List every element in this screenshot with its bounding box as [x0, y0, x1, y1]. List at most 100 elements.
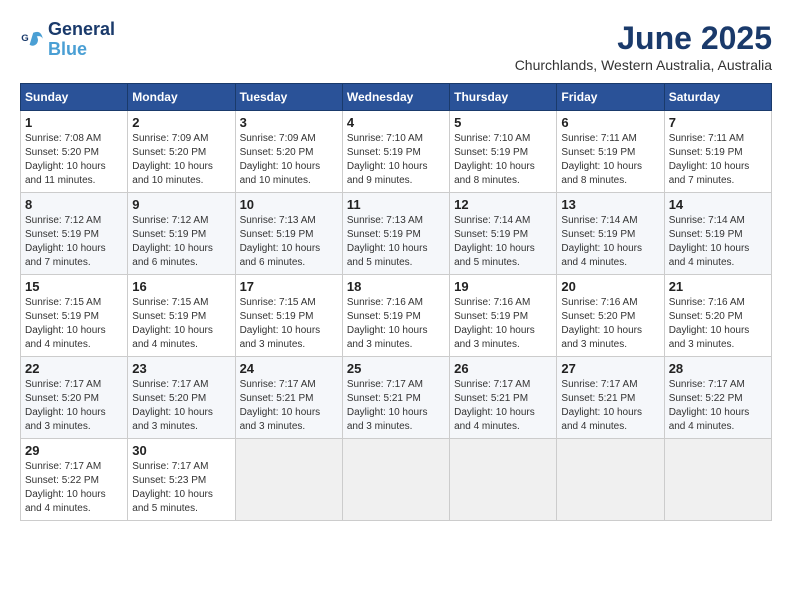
day-number: 15 [25, 279, 123, 294]
logo-text-line2: Blue [48, 40, 115, 60]
day-number: 23 [132, 361, 230, 376]
calendar-cell: 8 Sunrise: 7:12 AM Sunset: 5:19 PM Daylig… [21, 193, 128, 275]
calendar-cell: 9Sunrise: 7:12 AM Sunset: 5:19 PM Daylig… [128, 193, 235, 275]
day-info: Sunrise: 7:15 AM Sunset: 5:19 PM Dayligh… [240, 296, 338, 352]
column-header-friday: Friday [557, 84, 664, 111]
day-info: Sunrise: 7:09 AM Sunset: 5:20 PM Dayligh… [132, 132, 230, 188]
calendar-header-row: SundayMondayTuesdayWednesdayThursdayFrid… [21, 84, 772, 111]
calendar-week-row: 22Sunrise: 7:17 AM Sunset: 5:20 PM Dayli… [21, 357, 772, 439]
calendar-week-row: 15 Sunrise: 7:15 AM Sunset: 5:19 PM Dayli… [21, 275, 772, 357]
day-number: 7 [669, 115, 767, 130]
day-info: Sunrise: 7:16 AM Sunset: 5:19 PM Dayligh… [347, 296, 445, 352]
calendar-cell: 2 Sunrise: 7:09 AM Sunset: 5:20 PM Daylig… [128, 111, 235, 193]
calendar-week-row: 29 Sunrise: 7:17 AM Sunset: 5:22 PM Dayli… [21, 439, 772, 521]
calendar-week-row: 8 Sunrise: 7:12 AM Sunset: 5:19 PM Daylig… [21, 193, 772, 275]
calendar-cell: 24 Sunrise: 7:17 AM Sunset: 5:21 PM Dayli… [235, 357, 342, 439]
day-info: Sunrise: 7:10 AM Sunset: 5:19 PM Dayligh… [454, 132, 552, 188]
calendar-cell [450, 439, 557, 521]
day-number: 25 [347, 361, 445, 376]
calendar-cell: 4 Sunrise: 7:10 AM Sunset: 5:19 PM Daylig… [342, 111, 449, 193]
calendar-cell: 30Sunrise: 7:17 AM Sunset: 5:23 PM Dayli… [128, 439, 235, 521]
page-header: G General Blue June 2025 Churchlands, We… [20, 20, 772, 73]
calendar-cell: 20 Sunrise: 7:16 AM Sunset: 5:20 PM Dayli… [557, 275, 664, 357]
day-number: 12 [454, 197, 552, 212]
day-info: Sunrise: 7:17 AM Sunset: 5:20 PM Dayligh… [25, 378, 123, 434]
calendar-cell [342, 439, 449, 521]
day-info: Sunrise: 7:16 AM Sunset: 5:19 PM Dayligh… [454, 296, 552, 352]
calendar-cell: 15Sunrise: 7:15 AM Sunset: 5:19 PM Dayli… [21, 275, 128, 357]
calendar-cell: 7 Sunrise: 7:11 AM Sunset: 5:19 PM Daylig… [664, 111, 771, 193]
day-info: Sunrise: 7:14 AM Sunset: 5:19 PM Dayligh… [669, 214, 767, 270]
day-number: 2 [132, 115, 230, 130]
day-info: Sunrise: 7:14 AM Sunset: 5:19 PM Dayligh… [454, 214, 552, 270]
logo-icon: G [20, 28, 44, 52]
calendar-cell: 25 Sunrise: 7:17 AM Sunset: 5:21 PM Dayli… [342, 357, 449, 439]
calendar-cell: 1 Sunrise: 7:08 AM Sunset: 5:20 PM Daylig… [21, 111, 128, 193]
calendar-cell: 22Sunrise: 7:17 AM Sunset: 5:20 PM Dayli… [21, 357, 128, 439]
day-number: 18 [347, 279, 445, 294]
day-info: Sunrise: 7:17 AM Sunset: 5:22 PM Dayligh… [669, 378, 767, 434]
day-info: Sunrise: 7:17 AM Sunset: 5:21 PM Dayligh… [240, 378, 338, 434]
logo: G General Blue [20, 20, 115, 60]
location-title: Churchlands, Western Australia, Australi… [515, 57, 772, 73]
day-info: Sunrise: 7:09 AM Sunset: 5:20 PM Dayligh… [240, 132, 338, 188]
calendar-cell: 14 Sunrise: 7:14 AM Sunset: 5:19 PM Dayli… [664, 193, 771, 275]
calendar-cell: 11Sunrise: 7:13 AM Sunset: 5:19 PM Dayli… [342, 193, 449, 275]
day-info: Sunrise: 7:17 AM Sunset: 5:21 PM Dayligh… [454, 378, 552, 434]
calendar-cell [664, 439, 771, 521]
day-number: 26 [454, 361, 552, 376]
day-info: Sunrise: 7:15 AM Sunset: 5:19 PM Dayligh… [132, 296, 230, 352]
day-info: Sunrise: 7:16 AM Sunset: 5:20 PM Dayligh… [669, 296, 767, 352]
day-info: Sunrise: 7:17 AM Sunset: 5:21 PM Dayligh… [347, 378, 445, 434]
day-info: Sunrise: 7:12 AM Sunset: 5:19 PM Dayligh… [25, 214, 123, 270]
day-number: 29 [25, 443, 123, 458]
day-number: 21 [669, 279, 767, 294]
calendar-cell: 10 Sunrise: 7:13 AM Sunset: 5:19 PM Dayli… [235, 193, 342, 275]
day-number: 10 [240, 197, 338, 212]
day-info: Sunrise: 7:12 AM Sunset: 5:19 PM Dayligh… [132, 214, 230, 270]
month-title: June 2025 [515, 20, 772, 57]
svg-text:G: G [21, 33, 28, 44]
day-number: 11 [347, 197, 445, 212]
day-number: 6 [561, 115, 659, 130]
calendar-cell: 26 Sunrise: 7:17 AM Sunset: 5:21 PM Dayli… [450, 357, 557, 439]
day-info: Sunrise: 7:11 AM Sunset: 5:19 PM Dayligh… [669, 132, 767, 188]
calendar-cell: 21 Sunrise: 7:16 AM Sunset: 5:20 PM Dayli… [664, 275, 771, 357]
day-info: Sunrise: 7:11 AM Sunset: 5:19 PM Dayligh… [561, 132, 659, 188]
day-info: Sunrise: 7:17 AM Sunset: 5:22 PM Dayligh… [25, 460, 123, 516]
logo-text-line1: General [48, 20, 115, 40]
day-info: Sunrise: 7:08 AM Sunset: 5:20 PM Dayligh… [25, 132, 123, 188]
day-number: 30 [132, 443, 230, 458]
calendar-cell: 23 Sunrise: 7:17 AM Sunset: 5:20 PM Dayli… [128, 357, 235, 439]
calendar-cell: 19Sunrise: 7:16 AM Sunset: 5:19 PM Dayli… [450, 275, 557, 357]
day-number: 27 [561, 361, 659, 376]
day-number: 1 [25, 115, 123, 130]
calendar-table: SundayMondayTuesdayWednesdayThursdayFrid… [20, 83, 772, 521]
calendar-cell: 3Sunrise: 7:09 AM Sunset: 5:20 PM Daylig… [235, 111, 342, 193]
day-number: 24 [240, 361, 338, 376]
calendar-cell: 28Sunrise: 7:17 AM Sunset: 5:22 PM Dayli… [664, 357, 771, 439]
day-info: Sunrise: 7:10 AM Sunset: 5:19 PM Dayligh… [347, 132, 445, 188]
title-section: June 2025 Churchlands, Western Australia… [515, 20, 772, 73]
calendar-cell: 6 Sunrise: 7:11 AM Sunset: 5:19 PM Daylig… [557, 111, 664, 193]
day-number: 14 [669, 197, 767, 212]
day-number: 16 [132, 279, 230, 294]
calendar-cell [557, 439, 664, 521]
day-info: Sunrise: 7:16 AM Sunset: 5:20 PM Dayligh… [561, 296, 659, 352]
column-header-saturday: Saturday [664, 84, 771, 111]
day-info: Sunrise: 7:17 AM Sunset: 5:20 PM Dayligh… [132, 378, 230, 434]
day-number: 13 [561, 197, 659, 212]
calendar-cell: 17Sunrise: 7:15 AM Sunset: 5:19 PM Dayli… [235, 275, 342, 357]
calendar-cell: 5Sunrise: 7:10 AM Sunset: 5:19 PM Daylig… [450, 111, 557, 193]
day-number: 8 [25, 197, 123, 212]
calendar-week-row: 1 Sunrise: 7:08 AM Sunset: 5:20 PM Daylig… [21, 111, 772, 193]
calendar-cell: 16 Sunrise: 7:15 AM Sunset: 5:19 PM Dayli… [128, 275, 235, 357]
day-info: Sunrise: 7:17 AM Sunset: 5:21 PM Dayligh… [561, 378, 659, 434]
column-header-monday: Monday [128, 84, 235, 111]
column-header-sunday: Sunday [21, 84, 128, 111]
day-number: 4 [347, 115, 445, 130]
day-info: Sunrise: 7:14 AM Sunset: 5:19 PM Dayligh… [561, 214, 659, 270]
day-info: Sunrise: 7:13 AM Sunset: 5:19 PM Dayligh… [240, 214, 338, 270]
calendar-cell: 13 Sunrise: 7:14 AM Sunset: 5:19 PM Dayli… [557, 193, 664, 275]
day-number: 20 [561, 279, 659, 294]
